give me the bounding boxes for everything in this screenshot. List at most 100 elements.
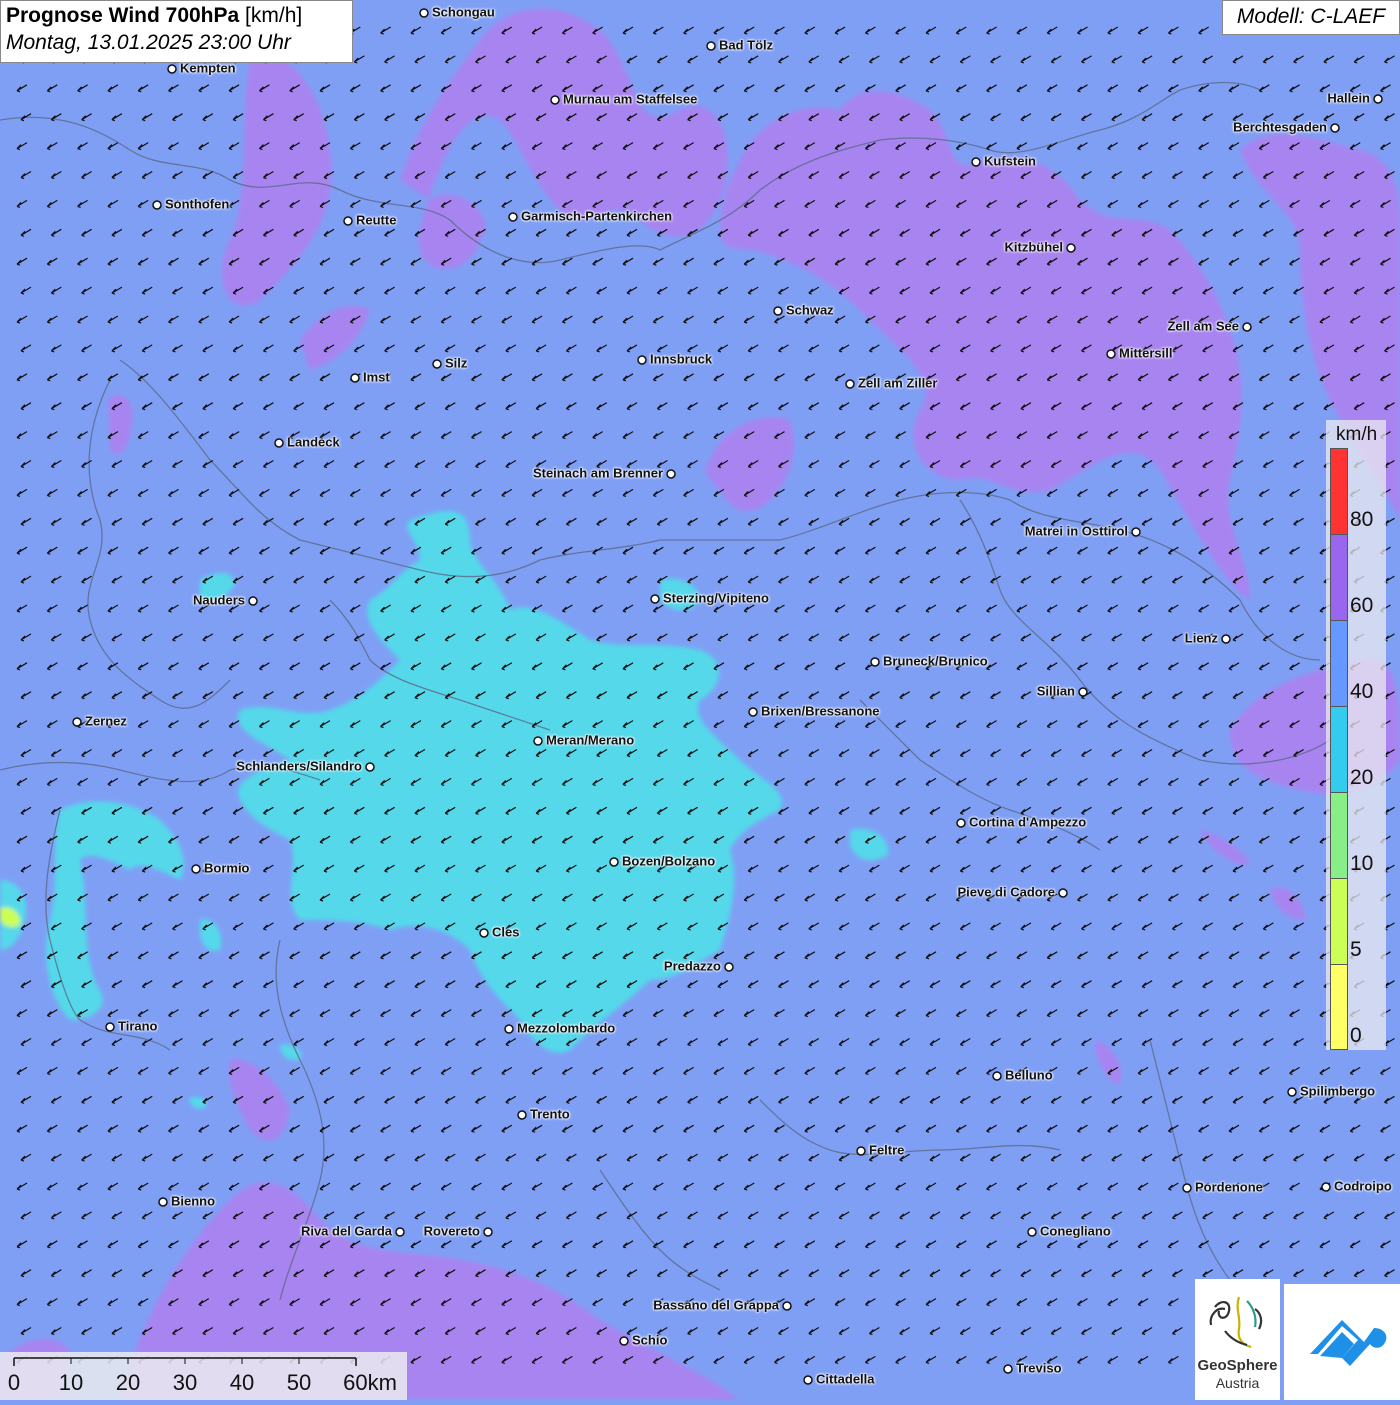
legend-band-10-20 [1331,793,1347,879]
legend-band-40-60 [1331,621,1347,707]
city-label: Spilimbergo [1300,1083,1376,1099]
geosphere-line2: Austria [1215,1375,1260,1391]
city-marker [1242,322,1252,332]
map-subtitle: Montag, 13.01.2025 23:00 Uhr [6,31,291,54]
city-label: Nauders [192,592,245,608]
city-label: Hallein [1327,90,1370,106]
city-label: Trento [530,1106,570,1122]
legend-label-10: 10 [1350,852,1374,875]
legend-label-0: 0 [1350,1024,1362,1047]
city-marker [517,1110,527,1120]
legend-label-40: 40 [1350,680,1374,703]
city-label: Codroipo [1334,1178,1392,1194]
city-marker [748,707,758,717]
map-title: Prognose Wind 700hPa [km/h] [6,4,303,27]
city-marker [1221,634,1231,644]
city-label: Lienz [1184,630,1218,646]
city-label: Conegliano [1040,1223,1111,1239]
city-marker [706,41,716,51]
city-label: Matrei in Osttirol [1024,523,1128,539]
city-marker [1106,349,1116,359]
city-label: Kufstein [984,153,1036,169]
city-label: Feltre [869,1142,905,1158]
geosphere-line1: GeoSphere [1197,1357,1278,1374]
city-marker [432,359,442,369]
city-label: Cortina d'Ampezzo [969,814,1087,830]
city-label: Zernez [85,713,127,729]
scale-label-60km: 60km [343,1370,397,1395]
city-label: Cles [492,924,520,940]
legend-label-80: 80 [1350,508,1374,531]
city-marker [395,1227,405,1237]
color-legend: km/h 80 60 40 20 10 5 0 [1326,420,1386,1050]
city-marker [167,64,177,74]
legend-unit: km/h [1336,424,1378,445]
city-marker [971,157,981,167]
city-marker [1131,527,1141,537]
city-marker [1182,1183,1192,1193]
city-marker [191,864,201,874]
city-label: Bad Tölz [719,37,774,53]
app-logo [1284,1284,1400,1400]
city-label: Pieve di Cadore [957,884,1055,900]
city-marker [870,657,880,667]
city-label: Schongau [432,4,495,20]
city-label: Berchtesgaden [1233,119,1327,135]
city-marker [1058,888,1068,898]
city-marker [274,438,284,448]
scale-label-10: 10 [58,1370,84,1395]
city-marker [724,962,734,972]
city-label: Bruneck/Brunico [883,653,988,669]
city-marker [856,1146,866,1156]
city-label: Pordenone [1195,1179,1263,1195]
city-marker [845,379,855,389]
scale-label-30: 30 [172,1370,198,1395]
city-marker [650,594,660,604]
geosphere-logo-icon [1209,1296,1263,1349]
city-marker [1373,94,1383,104]
city-label: Mittersill [1119,345,1173,361]
city-label: Treviso [1016,1360,1062,1376]
scale-label-0: 0 [7,1370,21,1395]
city-label: Innsbruck [650,351,713,367]
city-marker [105,1022,115,1032]
scale-label-40: 40 [229,1370,255,1395]
city-marker [158,1197,168,1207]
legend-band-20-40 [1331,707,1347,793]
model-label: Modell: C-LAEF [1222,0,1400,35]
city-marker [479,928,489,938]
city-marker [72,717,82,727]
city-label: Bienno [171,1193,216,1209]
city-label: Schwaz [786,302,834,318]
city-marker [1066,243,1076,253]
legend-bar [1330,448,1348,1050]
city-label: Riva del Garda [300,1223,392,1239]
city-label: Brixen/Bressanone [761,703,880,719]
city-marker [350,373,360,383]
title-box: Prognose Wind 700hPa [km/h] Montag, 13.0… [0,0,353,63]
city-label: Sillian [1036,683,1075,699]
city-marker [956,818,966,828]
city-label: Bassano del Grappa [653,1297,779,1313]
legend-band-80-100 [1331,449,1347,535]
city-marker [419,8,429,18]
city-label: Garmisch-Partenkirchen [521,208,673,224]
city-label: Imst [363,369,390,385]
city-label: Rovereto [423,1223,480,1239]
city-marker [992,1071,1002,1081]
city-label: Sterzing/Vipiteno [663,590,769,606]
city-marker [504,1024,514,1034]
city-label: Sonthofen [165,196,230,212]
city-label: Predazzo [663,958,721,974]
city-marker [1027,1227,1037,1237]
city-marker [550,95,560,105]
city-marker [1287,1087,1297,1097]
city-marker [1321,1182,1331,1192]
legend-band-0-5 [1331,965,1347,1049]
scale-label-20: 20 [115,1370,141,1395]
city-marker [1003,1364,1013,1374]
city-marker [1330,123,1340,133]
legend-band-60-80 [1331,535,1347,621]
geosphere-logo: GeoSphere Austria [1195,1279,1280,1400]
city-marker [483,1227,493,1237]
